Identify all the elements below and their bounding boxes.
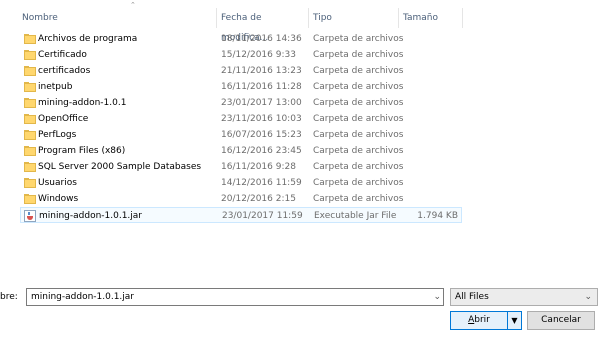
open-options-dropdown[interactable]: ▼ bbox=[507, 312, 521, 329]
file-size bbox=[403, 47, 457, 63]
filename-label: bre: bbox=[0, 292, 18, 302]
file-type: Carpeta de archivos bbox=[313, 146, 403, 156]
cancel-button[interactable]: Cancelar bbox=[527, 311, 595, 330]
file-row[interactable]: PerfLogs 16/07/2016 15:23 Carpeta de archi… bbox=[20, 127, 462, 143]
file-row[interactable]: Usuarios 14/12/2016 11:59 Carpeta de archi… bbox=[20, 175, 462, 191]
file-date: 16/11/2016 11:28 bbox=[221, 82, 302, 92]
file-row[interactable]: mining-addon-1.0.1 23/01/2017 13:00 Carpet… bbox=[20, 95, 462, 111]
file-row[interactable]: mining-addon-1.0.1.jar 23/01/2017 11:59 Ex… bbox=[20, 207, 462, 223]
file-name: inetpub bbox=[38, 82, 73, 92]
column-header-type-label: Tipo bbox=[313, 13, 332, 23]
file-date: 14/12/2016 11:59 bbox=[221, 178, 302, 188]
file-name: SQL Server 2000 Sample Databases bbox=[38, 162, 202, 172]
file-date: 20/12/2016 2:15 bbox=[221, 194, 296, 204]
file-type: Carpeta de archivos bbox=[313, 82, 403, 92]
folder-icon bbox=[24, 98, 36, 108]
column-header-size[interactable]: Tamaño bbox=[399, 8, 463, 28]
file-type: Carpeta de archivos bbox=[313, 98, 403, 108]
jar-file-icon bbox=[24, 210, 36, 222]
folder-icon bbox=[24, 194, 36, 204]
open-button[interactable]: Abrir bbox=[451, 312, 507, 329]
file-date: 15/12/2016 9:33 bbox=[221, 50, 296, 60]
filename-input[interactable]: mining-addon-1.0.1.jar ⌄ bbox=[26, 288, 444, 306]
open-button-label: brir bbox=[474, 315, 490, 325]
file-name: certificados bbox=[38, 66, 91, 76]
file-type: Carpeta de archivos bbox=[313, 194, 403, 204]
file-date: 16/12/2016 23:45 bbox=[221, 146, 302, 156]
folder-icon bbox=[24, 178, 36, 188]
file-date: 21/11/2016 13:23 bbox=[221, 66, 302, 76]
file-name: Archivos de programa bbox=[38, 34, 138, 44]
file-size bbox=[403, 79, 457, 95]
file-name: OpenOffice bbox=[38, 114, 89, 124]
file-name: Certificado bbox=[38, 50, 87, 60]
folder-icon bbox=[24, 146, 36, 156]
file-type: Carpeta de archivos bbox=[313, 130, 403, 140]
file-row[interactable]: OpenOffice 23/11/2016 10:03 Carpeta de arc… bbox=[20, 111, 462, 127]
file-type: Carpeta de archivos bbox=[313, 34, 403, 44]
column-header-size-label: Tamaño bbox=[403, 13, 439, 23]
file-row[interactable]: SQL Server 2000 Sample Databases 16/11/20… bbox=[20, 159, 462, 175]
file-type-select[interactable]: All Files ⌄ bbox=[450, 288, 598, 306]
file-name: PerfLogs bbox=[38, 130, 77, 140]
folder-icon bbox=[24, 34, 36, 44]
file-size bbox=[403, 175, 457, 191]
column-header-type[interactable]: Tipo bbox=[309, 8, 399, 28]
file-row[interactable]: Windows 20/12/2016 2:15 Carpeta de archivo… bbox=[20, 191, 462, 207]
triangle-down-icon: ▼ bbox=[511, 316, 518, 325]
file-type-value: All Files bbox=[455, 292, 489, 302]
file-size bbox=[403, 95, 457, 111]
file-type: Carpeta de archivos bbox=[313, 66, 403, 76]
file-date: 18/11/2016 14:36 bbox=[221, 34, 302, 44]
dialog-footer: bre: mining-addon-1.0.1.jar ⌄ All Files … bbox=[0, 280, 601, 337]
file-type: Carpeta de archivos bbox=[313, 114, 403, 124]
folder-icon bbox=[24, 114, 36, 124]
file-type: Executable Jar File bbox=[314, 211, 397, 221]
file-date: 23/11/2016 10:03 bbox=[221, 114, 302, 124]
file-name: mining-addon-1.0.1 bbox=[38, 98, 127, 108]
open-button-group: Abrir ▼ bbox=[450, 311, 522, 330]
chevron-up-icon: ⌃ bbox=[130, 1, 136, 9]
file-size bbox=[403, 159, 457, 175]
file-size bbox=[403, 127, 457, 143]
folder-icon bbox=[24, 162, 36, 172]
file-date: 23/01/2017 11:59 bbox=[222, 211, 303, 221]
file-name: Program Files (x86) bbox=[38, 146, 126, 156]
file-row[interactable]: inetpub 16/11/2016 11:28 Carpeta de archiv… bbox=[20, 79, 462, 95]
folder-icon bbox=[24, 50, 36, 60]
file-name: Usuarios bbox=[38, 178, 77, 188]
column-header-bar: Nombre ⌃ Fecha de modifica... Tipo Tamañ… bbox=[0, 2, 601, 43]
file-type: Carpeta de archivos bbox=[313, 178, 403, 188]
file-row[interactable]: certificados 21/11/2016 13:23 Carpeta de a… bbox=[20, 63, 462, 79]
file-row[interactable]: Certificado 15/12/2016 9:33 Carpeta de arc… bbox=[20, 47, 462, 63]
column-header-name[interactable]: Nombre ⌃ bbox=[18, 2, 217, 28]
chevron-down-icon[interactable]: ⌄ bbox=[433, 289, 441, 305]
file-type: Carpeta de archivos bbox=[313, 50, 403, 60]
file-type: Carpeta de archivos bbox=[313, 162, 403, 172]
filename-value: mining-addon-1.0.1.jar bbox=[31, 292, 135, 302]
file-size: 1.794 KB bbox=[417, 211, 458, 221]
file-date: 16/07/2016 15:23 bbox=[221, 130, 302, 140]
folder-icon bbox=[24, 82, 36, 92]
chevron-down-icon: ⌄ bbox=[584, 292, 592, 302]
folder-icon bbox=[24, 130, 36, 140]
folder-icon bbox=[24, 66, 36, 76]
file-name: Windows bbox=[38, 194, 79, 204]
file-size bbox=[403, 191, 457, 207]
file-date: 23/01/2017 13:00 bbox=[221, 98, 302, 108]
file-size bbox=[403, 143, 457, 159]
column-header-date[interactable]: Fecha de modifica... bbox=[217, 8, 309, 43]
file-size bbox=[403, 31, 457, 47]
file-name: mining-addon-1.0.1.jar bbox=[39, 211, 143, 221]
file-size bbox=[403, 63, 457, 79]
file-date: 16/11/2016 9:28 bbox=[221, 162, 296, 172]
column-header-name-label: Nombre bbox=[22, 13, 58, 23]
file-row[interactable]: Archivos de programa 18/11/2016 14:36 Carp… bbox=[20, 31, 462, 47]
file-size bbox=[403, 111, 457, 127]
file-row[interactable]: Program Files (x86) 16/12/2016 23:45 Carpe… bbox=[20, 143, 462, 159]
